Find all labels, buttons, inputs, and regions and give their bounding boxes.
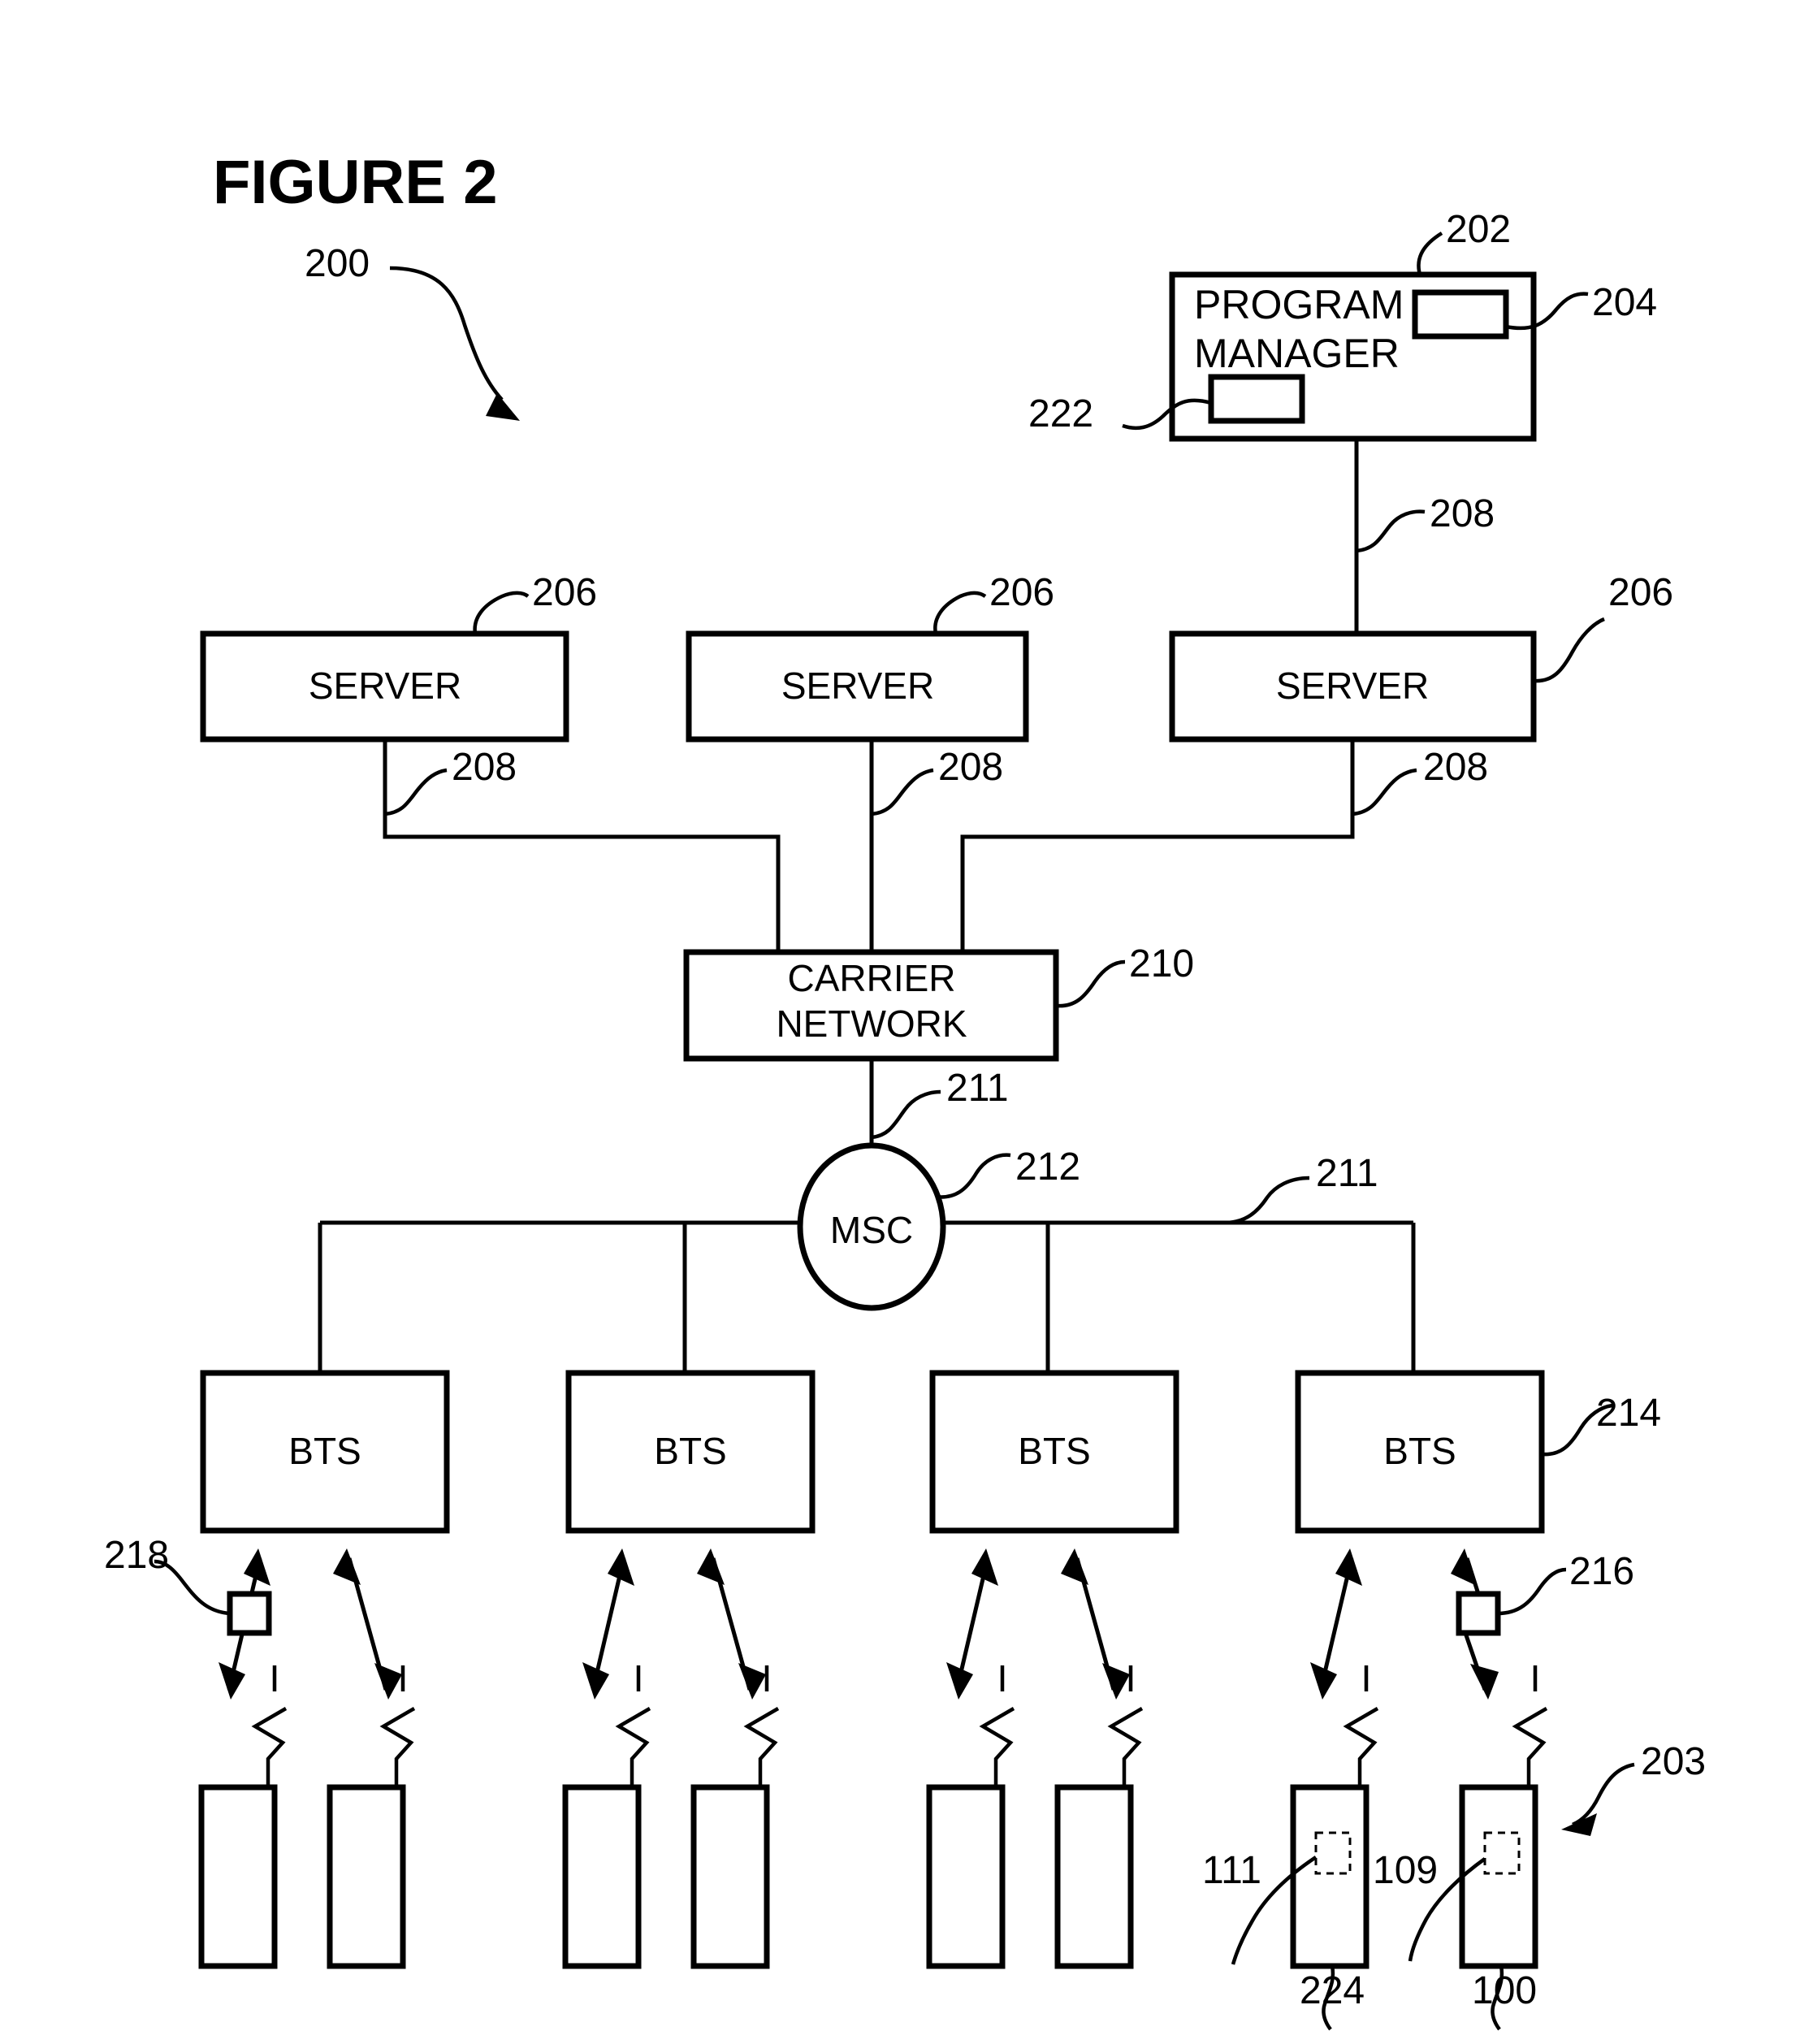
handset-box-3[interactable] bbox=[562, 1784, 642, 1969]
ref-211-b: 211 bbox=[1316, 1152, 1378, 1195]
handset-module-109[interactable] bbox=[1483, 1831, 1521, 1875]
leader-208-c bbox=[1352, 768, 1417, 816]
ref-208-c: 208 bbox=[1423, 746, 1488, 789]
handset-antenna-7 bbox=[1343, 1665, 1379, 1787]
leader-210 bbox=[1055, 959, 1126, 1008]
program-manager-label-line1: PROGRAM bbox=[1194, 282, 1404, 327]
leader-212 bbox=[935, 1153, 1011, 1199]
leader-202 bbox=[1417, 232, 1443, 275]
ref-206-c: 206 bbox=[1608, 571, 1673, 614]
ref-204: 204 bbox=[1592, 281, 1657, 324]
msc-label: MSC bbox=[830, 1209, 913, 1251]
figure-title: FIGURE 2 bbox=[213, 148, 498, 217]
system-leader-line bbox=[389, 266, 504, 401]
ref-109: 109 bbox=[1373, 1849, 1438, 1892]
handset-box-2[interactable] bbox=[327, 1784, 406, 1969]
handset-antenna-3 bbox=[615, 1665, 651, 1787]
leader-211-a bbox=[871, 1089, 941, 1140]
ref-200: 200 bbox=[305, 242, 370, 285]
ref-222: 222 bbox=[1028, 392, 1093, 435]
bts-label-2: BTS bbox=[654, 1430, 726, 1472]
handset-antenna-8 bbox=[1512, 1665, 1548, 1787]
leader-206-b bbox=[933, 591, 987, 634]
carrier-network-label-line2: NETWORK bbox=[776, 1003, 967, 1045]
link-server3-to-carrier bbox=[960, 739, 1355, 952]
server-label-2: SERVER bbox=[781, 665, 934, 707]
ref-208-b: 208 bbox=[938, 746, 1003, 789]
system-leader-arrowhead bbox=[486, 393, 520, 421]
air-link-2 bbox=[333, 1548, 402, 1700]
bts-label-4: BTS bbox=[1383, 1430, 1456, 1472]
air-link-4 bbox=[697, 1548, 766, 1700]
handset-antenna-5 bbox=[979, 1665, 1015, 1787]
ref-212: 212 bbox=[1015, 1145, 1080, 1189]
air-link-6 bbox=[1061, 1548, 1130, 1700]
ref-100: 100 bbox=[1472, 1969, 1537, 2012]
handset-box-7[interactable] bbox=[1290, 1784, 1369, 1969]
handset-box-5[interactable] bbox=[926, 1784, 1006, 1969]
ref-216: 216 bbox=[1569, 1550, 1634, 1593]
ref-111: 111 bbox=[1202, 1849, 1261, 1892]
bts-label-1: BTS bbox=[288, 1430, 361, 1472]
leader-208-b bbox=[871, 768, 934, 816]
server-label-1: SERVER bbox=[309, 665, 461, 707]
program-manager-label-line2: MANAGER bbox=[1194, 331, 1400, 376]
program-manager-module-222[interactable] bbox=[1208, 374, 1305, 424]
leader-216 bbox=[1497, 1567, 1567, 1616]
leader-203 bbox=[1572, 1762, 1635, 1827]
leader-211-b bbox=[1226, 1176, 1310, 1225]
server-label-3: SERVER bbox=[1276, 665, 1429, 707]
air-link-7 bbox=[1310, 1548, 1362, 1700]
ref-206-b: 206 bbox=[989, 571, 1054, 614]
leader-206-c bbox=[1533, 617, 1605, 683]
leader-206-a bbox=[473, 591, 530, 634]
ref-218: 218 bbox=[104, 1534, 169, 1577]
handset-antenna-1 bbox=[251, 1665, 288, 1787]
air-marker-216[interactable] bbox=[1456, 1591, 1501, 1636]
ref-202: 202 bbox=[1446, 208, 1511, 251]
ref-214: 214 bbox=[1596, 1392, 1661, 1435]
handset-box-8[interactable] bbox=[1459, 1784, 1538, 1969]
leader-208-pm bbox=[1356, 509, 1426, 553]
air-link-5 bbox=[946, 1548, 998, 1700]
handset-box-6[interactable] bbox=[1054, 1784, 1134, 1969]
figure-canvas: FIGURE 2 200 PROGRAM MANAGER 202 204 222… bbox=[104, 148, 1706, 2031]
ref-211-a: 211 bbox=[946, 1067, 1009, 1110]
leader-203-arrowhead bbox=[1561, 1813, 1597, 1836]
air-marker-218[interactable] bbox=[227, 1591, 272, 1636]
ref-210: 210 bbox=[1129, 942, 1194, 985]
carrier-network-label-line1: CARRIER bbox=[787, 957, 955, 999]
ref-203: 203 bbox=[1641, 1740, 1706, 1783]
leader-208-a bbox=[384, 768, 448, 816]
air-link-3 bbox=[582, 1548, 634, 1700]
patent-figure-2: FIGURE 2 200 PROGRAM MANAGER 202 204 222… bbox=[0, 0, 1813, 2044]
handset-box-4[interactable] bbox=[690, 1784, 770, 1969]
bts-label-3: BTS bbox=[1018, 1430, 1090, 1472]
program-manager-module-204[interactable] bbox=[1412, 289, 1509, 340]
ref-208-a: 208 bbox=[452, 746, 517, 789]
handset-module-111[interactable] bbox=[1314, 1831, 1352, 1875]
handset-box-1[interactable] bbox=[198, 1784, 278, 1969]
ref-208-pm: 208 bbox=[1430, 492, 1495, 535]
ref-206-a: 206 bbox=[532, 571, 597, 614]
